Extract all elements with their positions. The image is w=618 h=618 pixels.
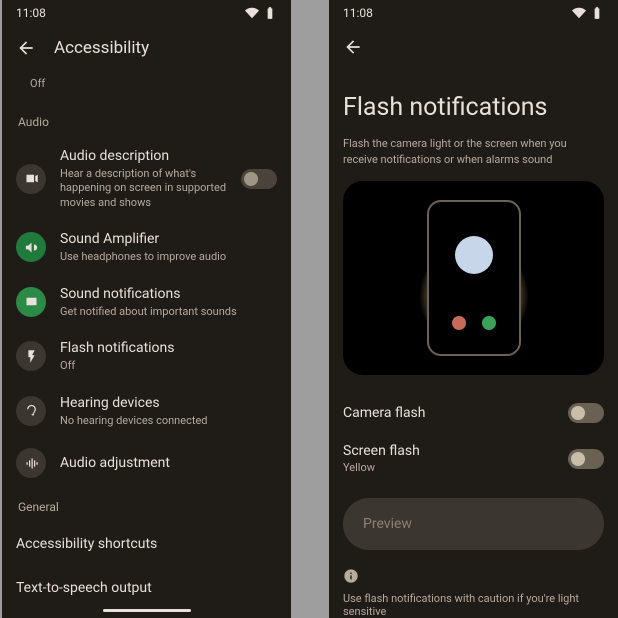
page-title: Accessibility xyxy=(54,38,149,58)
row-subtitle: No hearing devices connected xyxy=(60,414,277,428)
row-title: Hearing devices xyxy=(60,394,277,412)
row-screen-flash[interactable]: Screen flash Yellow xyxy=(343,433,604,484)
row-title: Screen flash xyxy=(343,443,420,459)
row-subtitle: Get notified about important sounds xyxy=(60,305,277,319)
content-area: Flash notifications Flash the camera lig… xyxy=(329,69,618,618)
section-general-label: General xyxy=(16,488,277,522)
row-camera-flash[interactable]: Camera flash xyxy=(343,393,604,433)
row-subtitle: Off xyxy=(60,359,277,373)
phone-illustration xyxy=(427,200,521,356)
row-title: Audio description xyxy=(60,147,227,165)
row-hearing-devices[interactable]: Hearing devices No hearing devices conne… xyxy=(16,384,277,438)
camera-lens-icon xyxy=(455,236,493,274)
row-text-to-speech[interactable]: Text-to-speech output xyxy=(16,566,277,610)
row-title: Camera flash xyxy=(343,405,426,421)
partial-row[interactable]: Off xyxy=(16,70,277,103)
wifi-icon xyxy=(572,6,586,20)
battery-icon xyxy=(263,6,277,20)
hearing-devices-icon xyxy=(16,396,46,426)
status-bar: 11:08 xyxy=(2,0,291,26)
back-icon[interactable] xyxy=(343,37,363,57)
row-audio-adjustment[interactable]: Audio adjustment xyxy=(16,438,277,488)
preview-button[interactable]: Preview xyxy=(343,498,604,550)
wifi-icon xyxy=(245,6,259,20)
sound-amplifier-icon xyxy=(16,232,46,262)
status-bar: 11:08 xyxy=(329,0,618,26)
row-flash-notifications[interactable]: Flash notifications Off xyxy=(16,329,277,383)
screen-flash-toggle[interactable] xyxy=(568,449,604,469)
row-subtitle: Yellow xyxy=(343,461,420,474)
row-accessibility-shortcuts[interactable]: Accessibility shortcuts xyxy=(16,522,277,566)
audio-description-icon xyxy=(16,164,46,194)
call-decline-icon xyxy=(452,316,466,330)
app-bar: Accessibility xyxy=(2,26,291,70)
audio-adjustment-icon xyxy=(16,448,46,478)
section-audio-label: Audio xyxy=(16,103,277,137)
sound-notifications-icon xyxy=(16,287,46,317)
row-subtitle: Use headphones to improve audio xyxy=(60,250,277,264)
call-accept-icon xyxy=(482,316,496,330)
page-description: Flash the camera light or the screen whe… xyxy=(343,136,604,181)
row-title: Flash notifications xyxy=(60,339,277,357)
app-bar xyxy=(329,26,618,70)
row-title: Sound Amplifier xyxy=(60,230,277,248)
row-title: Sound notifications xyxy=(60,285,277,303)
partial-subtitle: Off xyxy=(30,77,45,90)
flash-icon xyxy=(16,341,46,371)
page-title: Flash notifications xyxy=(343,69,604,136)
row-sound-notifications[interactable]: Sound notifications Get notified about i… xyxy=(16,275,277,329)
status-time: 11:08 xyxy=(343,6,373,20)
gesture-bar[interactable] xyxy=(103,609,191,612)
caution-text: Use flash notifications with caution if … xyxy=(343,584,604,618)
info-row xyxy=(343,550,604,584)
info-icon xyxy=(343,568,359,584)
camera-flash-toggle[interactable] xyxy=(568,403,604,423)
row-subtitle: Hear a description of what's happening o… xyxy=(60,167,227,210)
status-time: 11:08 xyxy=(16,6,46,20)
accessibility-screen: 11:08 Accessibility Off Audio Audio desc… xyxy=(2,0,291,618)
flash-notifications-screen: 11:08 Flash notifications Flash the came… xyxy=(329,0,618,618)
illustration xyxy=(343,181,604,375)
back-icon[interactable] xyxy=(16,38,36,58)
row-audio-description[interactable]: Audio description Hear a description of … xyxy=(16,137,277,220)
audio-description-toggle[interactable] xyxy=(241,169,277,189)
content-area: Off Audio Audio description Hear a descr… xyxy=(2,70,291,618)
row-title: Audio adjustment xyxy=(60,454,277,472)
row-sound-amplifier[interactable]: Sound Amplifier Use headphones to improv… xyxy=(16,220,277,274)
battery-icon xyxy=(590,6,604,20)
